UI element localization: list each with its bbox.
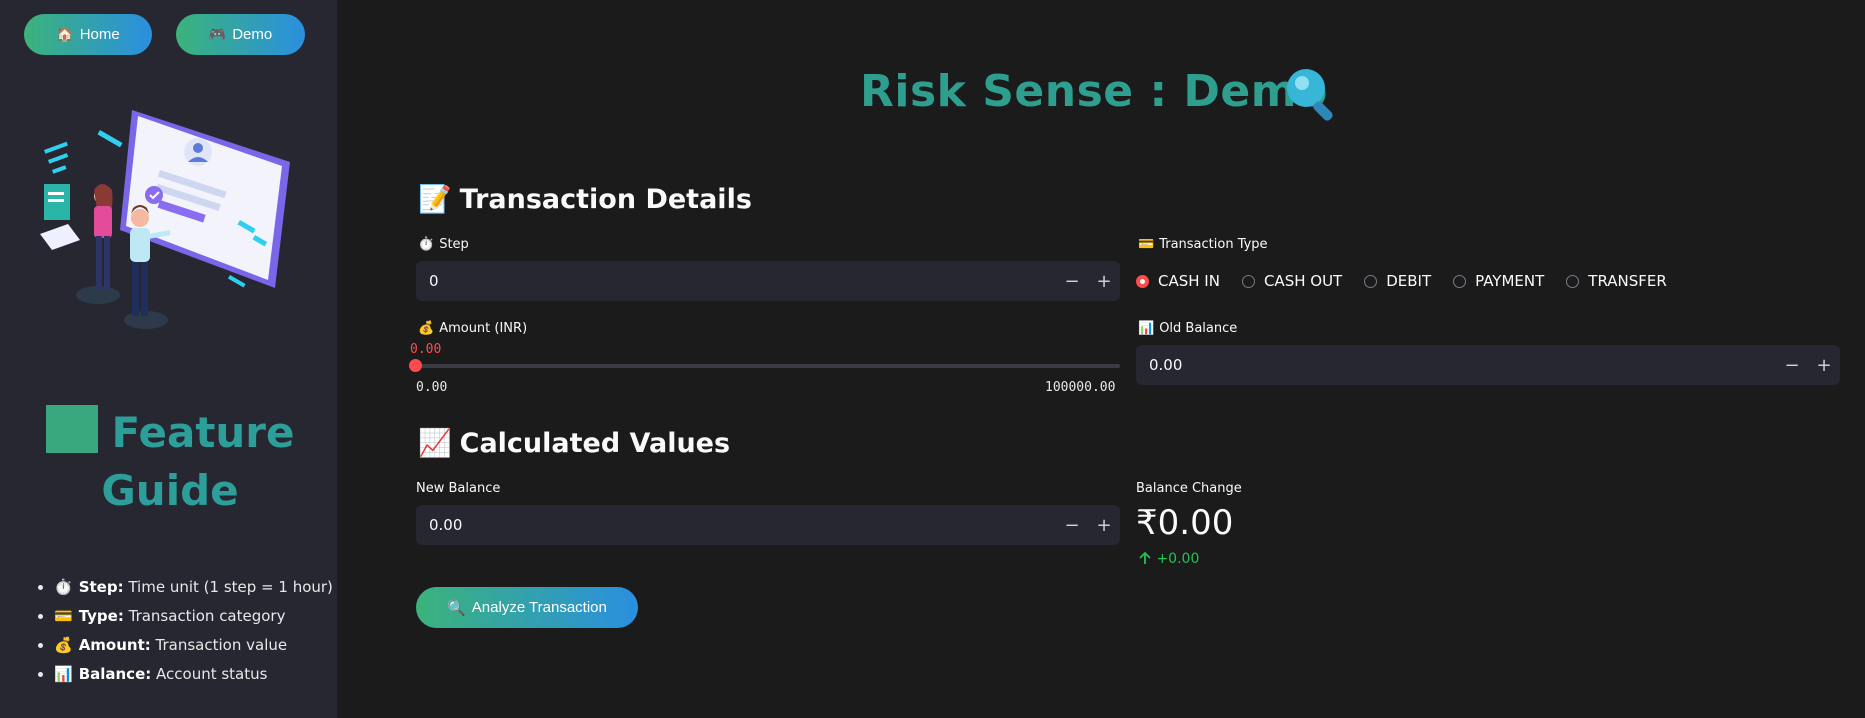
- feature-term: Type:: [78, 607, 124, 625]
- amount-label: 💰 Amount (INR): [418, 321, 527, 336]
- old-balance-decrement-button[interactable]: −: [1776, 355, 1808, 376]
- balance-change-label: Balance Change: [1136, 481, 1242, 496]
- feature-item-balance: 📊 Balance: Account status: [54, 662, 333, 691]
- radio-unselected-icon: [1566, 274, 1580, 288]
- step-value[interactable]: 0: [416, 272, 1056, 290]
- radio-label: TRANSFER: [1588, 272, 1667, 290]
- old-balance-input[interactable]: 0.00 − +: [1136, 345, 1840, 385]
- arrow-up-icon: [1139, 551, 1151, 564]
- new-balance-value[interactable]: 0.00: [416, 516, 1056, 534]
- analyze-transaction-button[interactable]: 🔍 Analyze Transaction: [416, 587, 638, 628]
- amount-slider-min: 0.00: [416, 380, 448, 395]
- feature-term: Balance:: [78, 665, 152, 683]
- old-balance-increment-button[interactable]: +: [1808, 355, 1840, 376]
- page-title: Risk Sense : Demo: [860, 66, 1328, 117]
- feature-guide-title: Feature Guide: [20, 404, 320, 520]
- radio-unselected-icon: [1453, 274, 1467, 288]
- timer-icon: ⏱️: [54, 578, 73, 596]
- radio-unselected-icon: [1364, 274, 1378, 288]
- step-label-text: Step: [439, 237, 469, 252]
- feature-square-icon: [45, 405, 98, 453]
- illustration-image: [40, 110, 290, 329]
- step-decrement-button[interactable]: −: [1056, 271, 1088, 292]
- new-balance-increment-button[interactable]: +: [1088, 515, 1120, 536]
- amount-slider-value: 0.00: [410, 342, 442, 357]
- feature-item-type: 💳 Type: Transaction category: [54, 604, 333, 633]
- old-balance-label-text: Old Balance: [1159, 321, 1238, 336]
- radio-label: PAYMENT: [1475, 272, 1545, 290]
- bar-chart-icon: 📊: [1138, 321, 1155, 336]
- feature-desc: Time unit (1 step = 1 hour): [128, 578, 333, 596]
- calculated-values-heading: 📈 Calculated Values: [418, 427, 730, 459]
- radio-debit[interactable]: DEBIT: [1364, 272, 1431, 290]
- money-bag-icon: 💰: [54, 636, 73, 654]
- analyze-transaction-label: Analyze Transaction: [471, 599, 607, 616]
- radio-label: CASH IN: [1158, 272, 1220, 290]
- radio-unselected-icon: [1241, 274, 1255, 288]
- demo-button[interactable]: 🎮 Demo: [176, 14, 305, 55]
- credit-card-icon: 💳: [54, 607, 73, 625]
- feature-guide-text: Feature Guide: [101, 408, 295, 515]
- balance-change-delta: +0.00: [1138, 551, 1199, 567]
- step-label: ⏱️ Step: [418, 237, 469, 252]
- feature-list: ⏱️ Step: Time unit (1 step = 1 hour) 💳 Typ…: [26, 575, 333, 691]
- new-balance-input[interactable]: 0.00 − +: [416, 505, 1120, 545]
- chart-increasing-icon: 📈: [418, 428, 452, 459]
- radio-cash-out[interactable]: CASH OUT: [1241, 272, 1343, 290]
- bar-chart-icon: 📊: [54, 665, 73, 683]
- home-icon: 🏠: [56, 26, 74, 42]
- feature-item-amount: 💰 Amount: Transaction value: [54, 633, 333, 662]
- radio-label: DEBIT: [1386, 272, 1432, 290]
- transaction-type-label: 💳 Transaction Type: [1138, 237, 1268, 252]
- radio-payment[interactable]: PAYMENT: [1453, 272, 1544, 290]
- radio-cash-in[interactable]: CASH IN: [1136, 272, 1220, 290]
- amount-slider-track[interactable]: [416, 364, 1120, 368]
- radio-selected-icon: [1136, 274, 1149, 288]
- amount-slider-handle[interactable]: [409, 359, 422, 372]
- sidebar: 🏠 Home 🎮 Demo Feature Guide • ⏱️ Step: T…: [0, 0, 337, 718]
- radio-transfer[interactable]: TRANSFER: [1566, 272, 1667, 290]
- home-button-label: Home: [79, 26, 120, 43]
- feature-desc: Transaction value: [155, 636, 288, 654]
- transaction-details-heading: 📝 Transaction Details: [418, 183, 752, 215]
- credit-card-icon: 💳: [1138, 237, 1155, 252]
- balance-change-value: ₹0.00: [1136, 503, 1234, 543]
- radio-label: CASH OUT: [1263, 272, 1343, 290]
- transaction-type-radio-group: CASH IN CASH OUT DEBIT PAYMENT TRANSFER: [1136, 272, 1689, 290]
- transaction-details-text: Transaction Details: [459, 184, 752, 215]
- feature-desc: Account status: [156, 665, 268, 683]
- memo-icon: 📝: [418, 184, 452, 215]
- old-balance-value[interactable]: 0.00: [1136, 356, 1776, 374]
- step-input[interactable]: 0 − +: [416, 261, 1120, 301]
- feature-term: Amount:: [78, 636, 151, 654]
- demo-button-label: Demo: [232, 26, 273, 43]
- amount-label-text: Amount (INR): [439, 321, 528, 336]
- feature-item-step: ⏱️ Step: Time unit (1 step = 1 hour): [54, 575, 333, 604]
- balance-change-delta-text: +0.00: [1156, 551, 1200, 567]
- old-balance-label: 📊 Old Balance: [1138, 321, 1237, 336]
- home-button[interactable]: 🏠 Home: [24, 14, 152, 55]
- magnifier-icon: [1287, 69, 1333, 121]
- new-balance-label: New Balance: [416, 481, 501, 496]
- feature-desc: Transaction category: [128, 607, 286, 625]
- calculated-values-text: Calculated Values: [459, 428, 731, 459]
- step-increment-button[interactable]: +: [1088, 271, 1120, 292]
- transaction-type-label-text: Transaction Type: [1159, 237, 1268, 252]
- amount-slider-max: 100000.00: [1045, 380, 1116, 395]
- new-balance-decrement-button[interactable]: −: [1056, 515, 1088, 536]
- timer-icon: ⏱️: [418, 237, 435, 252]
- money-bag-icon: 💰: [418, 321, 435, 336]
- feature-term: Step:: [78, 578, 124, 596]
- search-icon: 🔍: [447, 599, 466, 617]
- gamepad-icon: 🎮: [208, 26, 227, 42]
